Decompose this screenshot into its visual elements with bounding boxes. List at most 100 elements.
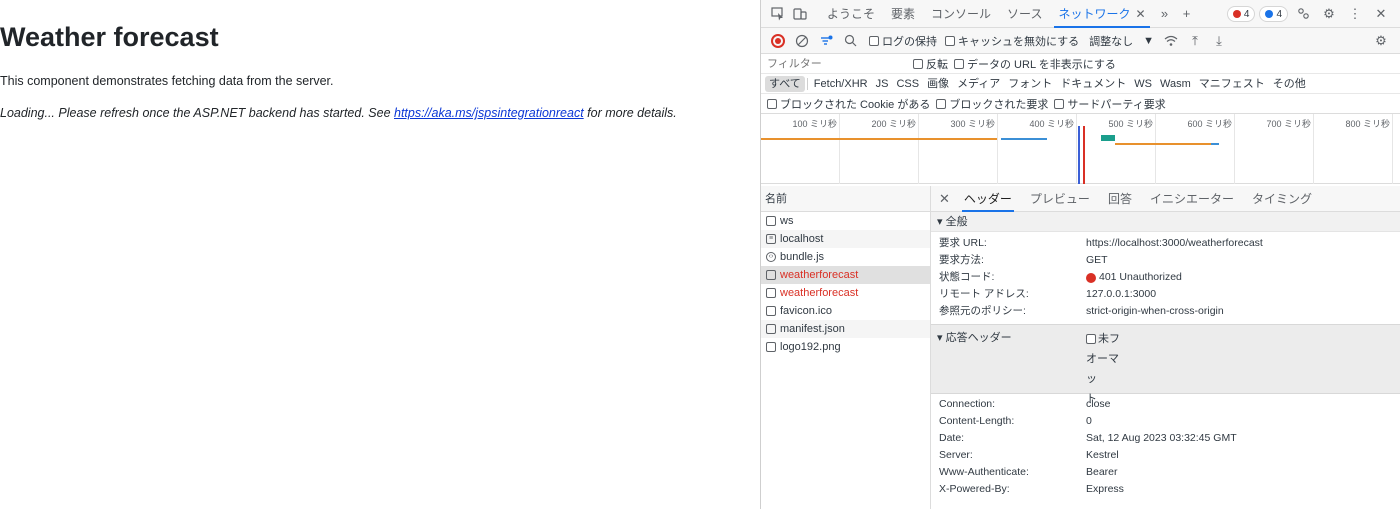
request-row-weatherforecast[interactable]: weatherforecast	[761, 284, 930, 302]
timeline-tick: 300 ミリ秒	[950, 119, 995, 129]
general-section-header[interactable]: ▾ 全般	[931, 212, 1400, 232]
raw-headers-toggle[interactable]: 未フ オーマッ ト	[1086, 329, 1126, 405]
filter-toggle-icon[interactable]	[815, 30, 837, 52]
header-row: 要求 URL: https://localhost:3000/weatherfor…	[939, 237, 1263, 249]
tab-timing[interactable]: タイミング	[1244, 186, 1320, 212]
document-icon: ≡	[766, 234, 776, 244]
type-filter-other[interactable]: その他	[1269, 76, 1310, 92]
third-party-checkbox[interactable]: サードパーティ要求	[1054, 96, 1166, 112]
request-row-logo192[interactable]: logo192.png	[761, 338, 930, 356]
request-row-localhost[interactable]: ≡ localhost	[761, 230, 930, 248]
blocked-filters: ブロックされた Cookie がある ブロックされた要求 サードパーティ要求	[761, 94, 1400, 114]
page-title: Weather forecast	[0, 22, 219, 52]
timeline-tick: 500 ミリ秒	[1108, 119, 1153, 129]
timeline-tick: 700 ミリ秒	[1266, 119, 1311, 129]
request-row-weatherforecast[interactable]: weatherforecast	[761, 266, 930, 284]
response-headers-section: Connection: close Content-Length: 0 Date: S…	[931, 394, 1400, 498]
header-row: Server: Kestrel	[939, 449, 1119, 461]
timeline-bar	[1101, 135, 1115, 141]
type-filter-all[interactable]: すべて	[765, 75, 805, 92]
add-tab-icon[interactable]: +	[1176, 3, 1198, 25]
request-detail-pane: ✕ ヘッダー プレビュー 回答 イニシエーター タイミング ▾ 全般 要求 UR…	[931, 186, 1400, 509]
error-count-badge[interactable]: 4	[1226, 6, 1256, 22]
device-toolbar-icon[interactable]	[789, 3, 811, 25]
type-filter-font[interactable]: フォント	[1004, 76, 1056, 92]
message-count-badge[interactable]: 4	[1259, 6, 1288, 22]
header-row: X-Powered-By: Express	[939, 483, 1124, 495]
tab-welcome[interactable]: ようこそ	[819, 0, 883, 28]
general-section: 要求 URL: https://localhost:3000/weatherfor…	[931, 232, 1400, 324]
people-icon[interactable]	[1292, 3, 1314, 25]
request-row-favicon[interactable]: favicon.ico	[761, 302, 930, 320]
raw-checkbox[interactable]	[1086, 334, 1096, 344]
invert-checkbox[interactable]: 反転	[913, 56, 948, 72]
header-row: 状態コード: 401 Unauthorized	[939, 271, 1182, 283]
tab-headers[interactable]: ヘッダー	[956, 186, 1020, 212]
tab-network[interactable]: ネットワーク ✕	[1050, 0, 1153, 28]
preserve-log-checkbox[interactable]: ログの保持	[869, 33, 937, 49]
error-icon	[1232, 10, 1241, 18]
type-filter-media[interactable]: メディア	[953, 76, 1004, 92]
resource-type-filters: すべて Fetch/XHR JS CSS 画像 メディア フォント ドキュメント…	[761, 74, 1400, 94]
tab-response[interactable]: 回答	[1100, 186, 1140, 212]
timeline-bar	[1083, 126, 1085, 184]
request-row-ws[interactable]: ws	[761, 212, 930, 230]
loading-message: Loading... Please refresh once the ASP.N…	[0, 106, 677, 120]
type-filter-fetch-xhr[interactable]: Fetch/XHR	[810, 76, 872, 92]
tab-preview[interactable]: プレビュー	[1022, 186, 1098, 212]
settings-gear-icon[interactable]: ⚙	[1318, 3, 1340, 25]
search-icon[interactable]	[839, 30, 861, 52]
tab-initiator[interactable]: イニシエーター	[1142, 186, 1242, 212]
type-filter-manifest[interactable]: マニフェスト	[1195, 76, 1269, 92]
throttle-select[interactable]: 調整なし ▼	[1089, 33, 1154, 49]
chevron-down-icon: ▼	[1143, 34, 1154, 47]
network-toolbar: ログの保持 キャッシュを無効にする 調整なし ▼ ⤒ ⤓ ⚙	[761, 28, 1400, 54]
tab-elements[interactable]: 要素	[883, 0, 923, 28]
web-page: Weather forecast This component demonstr…	[0, 0, 760, 509]
timeline-tick: 200 ミリ秒	[871, 119, 916, 129]
close-tab-icon[interactable]: ✕	[1135, 7, 1145, 21]
network-overview-timeline[interactable]: 100 ミリ秒 200 ミリ秒 300 ミリ秒 400 ミリ秒 500 ミリ秒 …	[761, 114, 1400, 184]
header-row: 参照元のポリシー: strict-origin-when-cross-origin	[939, 305, 1224, 317]
type-filter-img[interactable]: 画像	[923, 76, 953, 92]
detail-tabs: ✕ ヘッダー プレビュー 回答 イニシエーター タイミング	[931, 186, 1400, 212]
page-description: This component demonstrates fetching dat…	[0, 74, 334, 88]
timeline-tick: 400 ミリ秒	[1029, 119, 1074, 129]
more-options-icon[interactable]: ⋮	[1344, 3, 1366, 25]
tab-sources[interactable]: ソース	[999, 0, 1050, 28]
inspect-element-icon[interactable]	[767, 3, 789, 25]
status-error-icon	[1086, 272, 1096, 283]
export-har-icon[interactable]: ⤓	[1208, 30, 1230, 52]
type-filter-wasm[interactable]: Wasm	[1156, 76, 1195, 92]
hide-data-urls-checkbox[interactable]: データの URL を非表示にする	[954, 56, 1116, 72]
type-filter-ws[interactable]: WS	[1130, 76, 1156, 92]
blocked-requests-checkbox[interactable]: ブロックされた要求	[936, 96, 1048, 112]
timeline-tick: 100 ミリ秒	[792, 119, 837, 129]
network-conditions-icon[interactable]	[1160, 30, 1182, 52]
record-button[interactable]	[767, 30, 789, 52]
devtools-panel: ようこそ 要素 コンソール ソース ネットワーク ✕ » + 4 4 ⚙ ⋮ ✕ …	[760, 0, 1400, 509]
request-row-bundle-js[interactable]: ‹› bundle.js	[761, 248, 930, 266]
type-filter-css[interactable]: CSS	[892, 76, 923, 92]
type-filter-js[interactable]: JS	[872, 76, 893, 92]
docs-link[interactable]: https://aka.ms/jspsintegrationreact	[394, 106, 584, 120]
filter-row: 反転 データの URL を非表示にする	[761, 54, 1400, 74]
script-icon: ‹›	[766, 252, 776, 262]
close-detail-icon[interactable]: ✕	[939, 191, 950, 207]
request-row-manifest[interactable]: manifest.json	[761, 320, 930, 338]
name-column-header[interactable]: 名前	[761, 186, 930, 212]
timeline-bar	[1115, 143, 1211, 145]
clear-button[interactable]	[791, 30, 813, 52]
file-icon	[766, 270, 776, 280]
network-settings-icon[interactable]: ⚙	[1370, 30, 1392, 52]
tab-console[interactable]: コンソール	[923, 0, 999, 28]
type-filter-doc[interactable]: ドキュメント	[1056, 76, 1130, 92]
response-headers-section-header[interactable]: ▾ 応答ヘッダー 未フ オーマッ ト	[931, 324, 1400, 405]
import-har-icon[interactable]: ⤒	[1184, 30, 1206, 52]
file-icon	[766, 288, 776, 298]
filter-input[interactable]	[767, 55, 905, 72]
disable-cache-checkbox[interactable]: キャッシュを無効にする	[945, 33, 1079, 49]
blocked-cookies-checkbox[interactable]: ブロックされた Cookie がある	[767, 96, 930, 112]
close-devtools-icon[interactable]: ✕	[1370, 3, 1392, 25]
more-tabs-icon[interactable]: »	[1154, 3, 1176, 25]
